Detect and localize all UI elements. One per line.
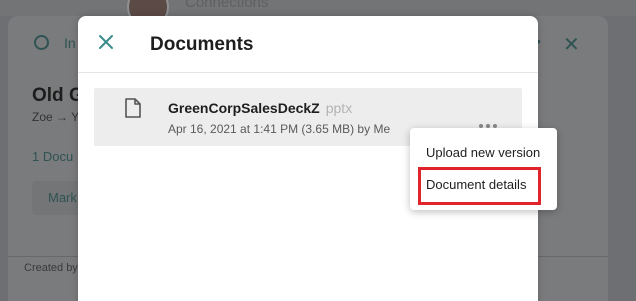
menu-item-document-details[interactable]: Document details — [410, 168, 557, 202]
page-title: Old G — [32, 85, 84, 106]
owner-text: Zoe → Y — [32, 110, 80, 124]
modal-title: Documents — [150, 34, 254, 55]
connections-label: Connections — [185, 0, 269, 11]
status-circle-icon — [34, 35, 49, 50]
status-label: In — [64, 35, 76, 51]
close-icon[interactable] — [94, 30, 118, 54]
background-close-icon: ✕ — [563, 34, 580, 56]
document-extension: pptx — [325, 100, 353, 116]
document-actions-menu: Upload new version Document details — [410, 128, 557, 210]
app-root: Connections In Old G Zoe → Y 1 Docu Mark… — [0, 0, 636, 301]
document-meta: Apr 16, 2021 at 1:41 PM (3.65 MB) by Me — [168, 122, 391, 136]
documents-link: 1 Docu — [32, 149, 74, 164]
file-icon — [124, 98, 142, 118]
background-top-strip — [0, 0, 636, 16]
document-name: GreenCorpSalesDeckZ pptx — [168, 100, 352, 116]
modal-divider — [78, 72, 538, 73]
document-name-text: GreenCorpSalesDeckZ — [168, 100, 320, 116]
menu-item-upload-new-version[interactable]: Upload new version — [410, 138, 557, 166]
created-by-text: Created by — [24, 262, 78, 274]
